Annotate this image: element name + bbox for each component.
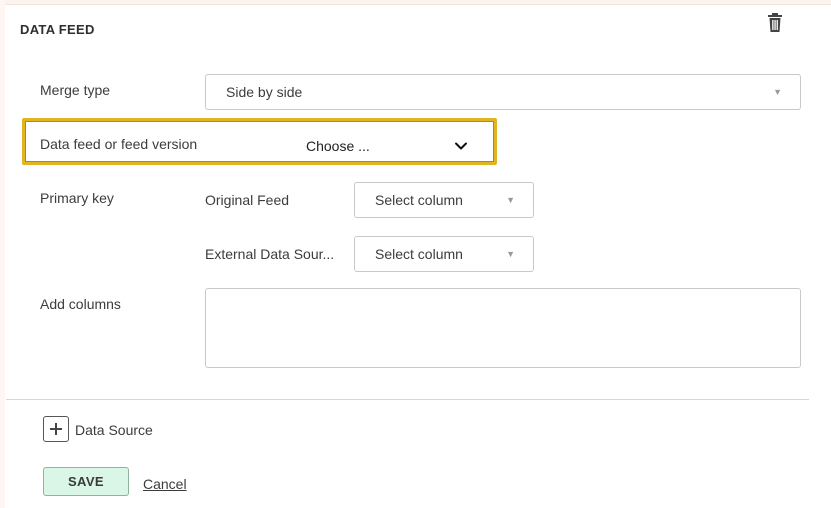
divider — [6, 399, 809, 400]
external-source-label: External Data Sour... — [205, 246, 335, 262]
cancel-link[interactable]: Cancel — [143, 476, 187, 492]
add-columns-field[interactable] — [205, 288, 801, 368]
data-feed-label: Data feed or feed version — [40, 136, 198, 152]
merge-type-label: Merge type — [40, 82, 111, 98]
merge-type-value: Side by side — [226, 84, 303, 100]
data-feed-select[interactable]: Choose ... — [306, 138, 370, 154]
external-source-column-select[interactable]: Select column ▼ — [354, 236, 534, 272]
external-source-column-value: Select column — [375, 246, 463, 262]
caret-down-icon: ▼ — [506, 249, 515, 259]
caret-down-icon: ▼ — [773, 87, 782, 97]
original-feed-column-select[interactable]: Select column ▼ — [354, 182, 534, 218]
trash-icon[interactable] — [766, 12, 784, 34]
chevron-down-icon[interactable] — [453, 138, 469, 154]
add-data-source-button[interactable] — [43, 416, 69, 442]
caret-down-icon: ▼ — [506, 195, 515, 205]
primary-key-label: Primary key — [40, 190, 114, 206]
left-edge — [0, 0, 5, 508]
add-columns-label: Add columns — [40, 296, 121, 312]
save-button[interactable]: SAVE — [43, 467, 129, 496]
section-title: DATA FEED — [20, 22, 95, 37]
merge-type-select[interactable]: Side by side ▼ — [205, 74, 801, 110]
original-feed-column-value: Select column — [375, 192, 463, 208]
original-feed-label: Original Feed — [205, 192, 290, 208]
data-source-label: Data Source — [75, 422, 153, 438]
top-strip — [0, 0, 831, 5]
